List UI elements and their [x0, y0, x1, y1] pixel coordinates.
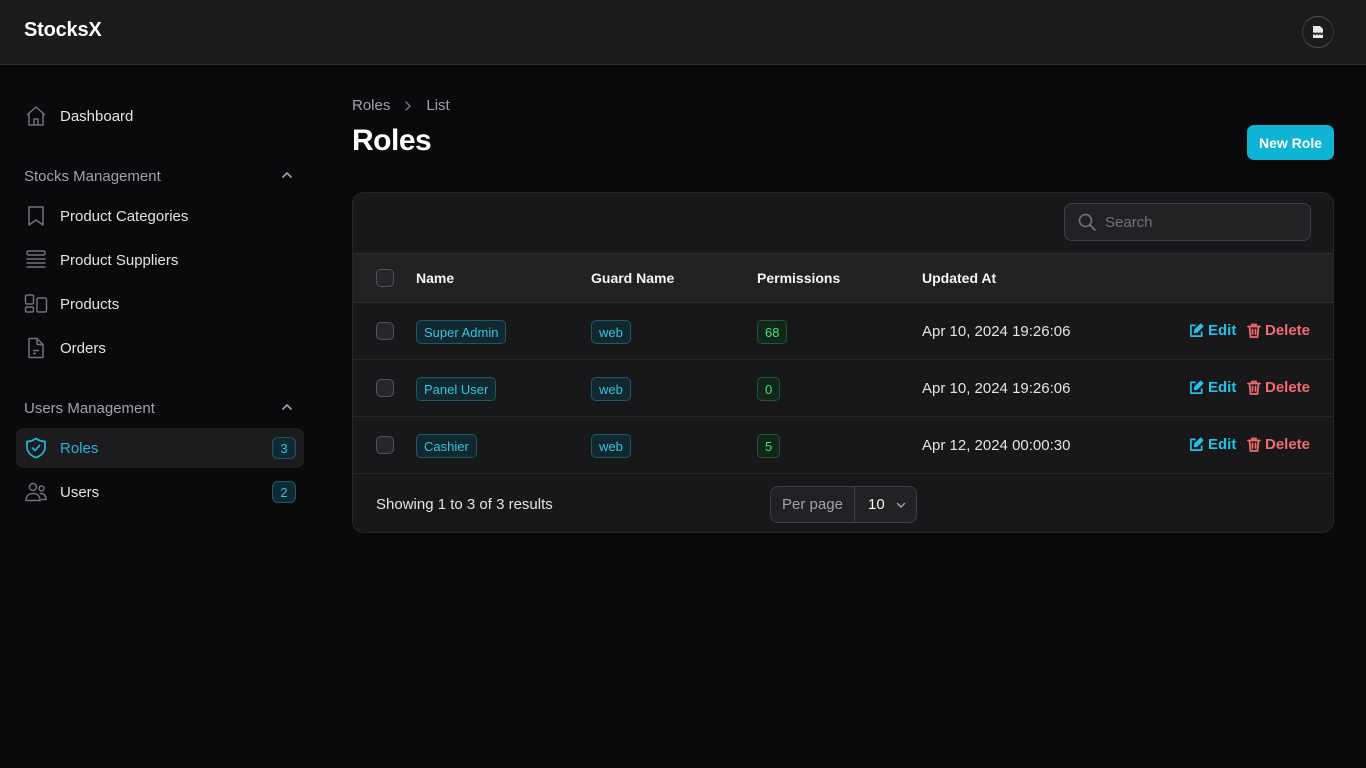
search-icon [1077, 212, 1097, 232]
edit-button[interactable]: Edit [1189, 379, 1236, 396]
page-title: Roles [352, 124, 432, 157]
results-summary: Showing 1 to 3 of 3 results [376, 496, 553, 513]
users-count-badge: 2 [272, 481, 296, 503]
chevron-up-icon[interactable] [280, 400, 294, 418]
column-header-name[interactable]: Name [416, 270, 454, 286]
per-page-control: Per page 10 [770, 486, 917, 523]
sidebar: Dashboard Stocks Management Product Cate… [16, 96, 304, 512]
per-page-select[interactable]: 10 [855, 487, 916, 522]
sidebar-group-label: Users Management [24, 399, 155, 417]
chevron-down-icon [896, 502, 905, 508]
column-header-guard-name[interactable]: Guard Name [591, 270, 674, 286]
role-name-badge: Panel User [416, 377, 497, 401]
sidebar-group-stocks-management[interactable]: Stocks Management [16, 164, 304, 188]
updated-at-cell: Apr 10, 2024 19:26:06 [922, 380, 1071, 397]
delete-label: Delete [1265, 436, 1311, 453]
search-field[interactable] [1064, 203, 1311, 241]
sidebar-item-label: Roles [60, 439, 99, 457]
chevron-right-icon [402, 100, 414, 112]
sidebar-item-label: Dashboard [60, 107, 134, 125]
delete-button[interactable]: Delete [1247, 379, 1310, 396]
breadcrumb-roles[interactable]: Roles [352, 97, 390, 114]
table-row: Cashier web 5 Apr 12, 2024 00:00:30 Edit… [353, 417, 1333, 474]
guard-name-badge: web [591, 434, 631, 458]
trash-icon [1247, 380, 1261, 395]
edit-icon [1190, 380, 1204, 394]
table-header: Name Guard Name Permissions Updated At [353, 253, 1333, 303]
sidebar-group-label: Stocks Management [24, 167, 161, 185]
permissions-count-badge: 5 [757, 434, 781, 458]
table-footer: Showing 1 to 3 of 3 results Per page 10 [353, 474, 1333, 532]
document-icon [24, 336, 48, 360]
sidebar-item-label: Orders [60, 339, 106, 357]
guard-name-badge: web [591, 377, 631, 401]
sidebar-item-dashboard[interactable]: Dashboard [16, 96, 304, 136]
sidebar-item-products[interactable]: Products [16, 284, 304, 324]
sidebar-item-label: Products [60, 295, 120, 313]
delete-label: Delete [1265, 379, 1311, 396]
chevron-up-icon[interactable] [280, 168, 294, 186]
sidebar-item-product-categories[interactable]: Product Categories [16, 196, 304, 236]
roles-table-card: Name Guard Name Permissions Updated At S… [352, 192, 1334, 533]
edit-icon [1190, 437, 1204, 451]
permissions-count-badge: 68 [757, 320, 788, 344]
sidebar-item-label: Product Suppliers [60, 251, 179, 269]
top-bar: StocksX [0, 0, 1366, 65]
shield-check-icon [24, 436, 48, 460]
column-header-permissions[interactable]: Permissions [757, 270, 840, 286]
row-checkbox[interactable] [376, 436, 394, 454]
squares-icon [24, 292, 48, 316]
sidebar-item-roles[interactable]: Roles 3 [16, 428, 304, 468]
role-name-badge: Super Admin [416, 320, 507, 344]
permissions-count-badge: 0 [757, 377, 781, 401]
app-logo[interactable]: StocksX [24, 19, 102, 42]
role-name-badge: Cashier [416, 434, 477, 458]
delete-button[interactable]: Delete [1247, 322, 1310, 339]
trash-icon [1247, 323, 1261, 338]
delete-label: Delete [1265, 322, 1311, 339]
sidebar-item-label: Users [60, 483, 100, 501]
trash-icon [1247, 437, 1261, 452]
breadcrumb: Roles List [352, 97, 450, 114]
home-icon [24, 104, 48, 128]
roles-count-badge: 3 [272, 437, 296, 459]
select-all-checkbox[interactable] [376, 269, 394, 287]
edit-label: Edit [1208, 322, 1237, 339]
broken-image-icon [1313, 26, 1323, 38]
updated-at-cell: Apr 10, 2024 19:26:06 [922, 323, 1071, 340]
guard-name-badge: web [591, 320, 631, 344]
updated-at-cell: Apr 12, 2024 00:00:30 [922, 437, 1071, 454]
delete-button[interactable]: Delete [1247, 436, 1310, 453]
row-checkbox[interactable] [376, 379, 394, 397]
queue-list-icon [24, 248, 48, 272]
edit-label: Edit [1208, 436, 1237, 453]
users-icon [24, 480, 48, 504]
table-row: Super Admin web 68 Apr 10, 2024 19:26:06… [353, 303, 1333, 360]
sidebar-item-label: Product Categories [60, 207, 189, 225]
sidebar-item-product-suppliers[interactable]: Product Suppliers [16, 240, 304, 280]
edit-icon [1190, 323, 1204, 337]
table-row: Panel User web 0 Apr 10, 2024 19:26:06 E… [353, 360, 1333, 417]
per-page-value: 10 [868, 496, 885, 513]
search-input[interactable] [1105, 213, 1295, 231]
new-role-button[interactable]: New Role [1247, 125, 1334, 160]
table-toolbar [353, 193, 1333, 253]
edit-button[interactable]: Edit [1189, 322, 1236, 339]
column-header-updated-at[interactable]: Updated At [922, 270, 996, 286]
sidebar-item-orders[interactable]: Orders [16, 328, 304, 368]
sidebar-item-users[interactable]: Users 2 [16, 472, 304, 512]
edit-button[interactable]: Edit [1189, 436, 1236, 453]
sidebar-group-users-management[interactable]: Users Management [16, 396, 304, 420]
user-avatar[interactable] [1302, 16, 1334, 48]
bookmark-icon [24, 204, 48, 228]
row-checkbox[interactable] [376, 322, 394, 340]
per-page-label: Per page [771, 487, 855, 522]
edit-label: Edit [1208, 379, 1237, 396]
breadcrumb-list: List [426, 97, 450, 114]
